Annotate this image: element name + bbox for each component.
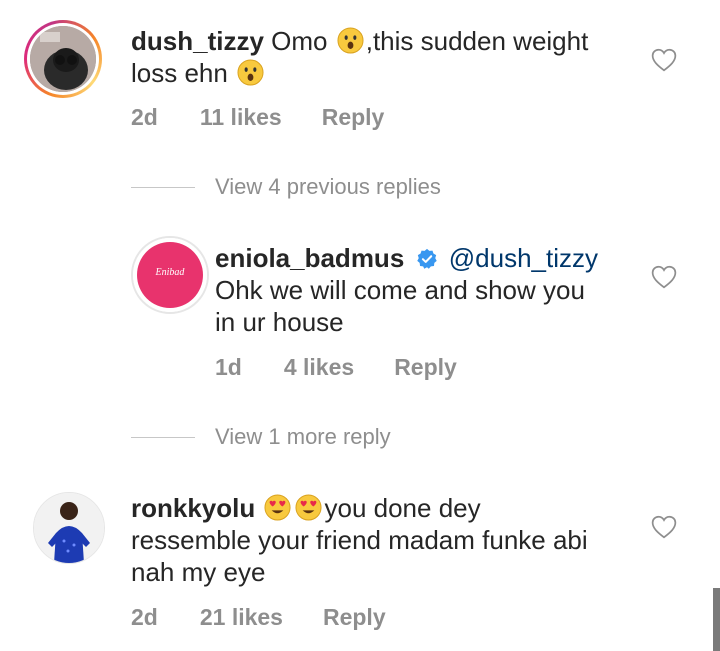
comment-age: 2d xyxy=(131,104,158,130)
comment-text: nah my eye xyxy=(131,557,266,587)
likes-count[interactable]: 21 likes xyxy=(200,604,283,631)
heart-eyes-emoji-icon xyxy=(295,494,323,521)
comment-meta-3: 2d 21 likes Reply xyxy=(131,604,386,631)
reply-button[interactable]: Reply xyxy=(394,354,457,381)
heart-eyes-emoji-icon xyxy=(264,494,292,521)
like-heart-icon[interactable] xyxy=(651,48,677,72)
comment-meta-2: 1d 4 likes Reply xyxy=(215,354,457,381)
mention-link[interactable]: @dush_tizzy xyxy=(449,243,598,273)
divider-line xyxy=(131,186,195,188)
comment-meta-1: 2d 11 likes Reply xyxy=(131,104,384,131)
avatar-image xyxy=(30,26,96,92)
scrollbar-thumb[interactable] xyxy=(713,588,720,651)
comment-text: loss ehn xyxy=(131,58,228,88)
like-heart-icon[interactable] xyxy=(651,515,677,539)
verified-badge-icon xyxy=(416,248,437,269)
username-eniola-badmus[interactable]: eniola_badmus xyxy=(215,243,404,273)
hushed-face-emoji-icon xyxy=(237,59,264,86)
username-ronkkyolu[interactable]: ronkkyolu xyxy=(131,493,255,523)
like-heart-icon[interactable] xyxy=(651,265,677,289)
comment-age: 2d xyxy=(131,604,158,630)
comment-text: ressemble your friend madam funke abi xyxy=(131,525,588,555)
reply-button[interactable]: Reply xyxy=(322,104,385,131)
reply-button[interactable]: Reply xyxy=(323,604,386,631)
avatar-eniola-badmus[interactable]: Enibad xyxy=(131,236,209,314)
avatar-logo-text: Enibad xyxy=(155,267,185,278)
view-more-replies[interactable]: View 1 more reply xyxy=(131,424,391,450)
comment-text: ,this sudden weight xyxy=(365,26,589,56)
comment-text: you done dey xyxy=(324,493,481,523)
comment-age: 1d xyxy=(215,354,242,380)
avatar-image: Enibad xyxy=(137,242,203,308)
username-dush-tizzy[interactable]: dush_tizzy xyxy=(131,26,264,56)
avatar-image xyxy=(34,493,104,563)
comment-text-3: ronkkyolu you done dey ressemble your fr… xyxy=(131,492,641,588)
likes-count[interactable]: 4 likes xyxy=(284,354,354,381)
view-previous-replies[interactable]: View 4 previous replies xyxy=(131,174,441,200)
hushed-face-emoji-icon xyxy=(337,27,364,54)
comment-text: Ohk we will come and show you xyxy=(215,275,585,305)
likes-count[interactable]: 11 likes xyxy=(200,104,282,131)
view-more-replies-label[interactable]: View 1 more reply xyxy=(215,424,391,450)
comment-text-1: dush_tizzy Omo ,this sudden weight loss … xyxy=(131,25,631,89)
avatar-ronkkyolu[interactable] xyxy=(33,492,105,564)
avatar-dush-tizzy[interactable] xyxy=(24,20,102,98)
divider-line xyxy=(131,436,195,438)
comment-text: in ur house xyxy=(215,307,344,337)
comment-text: Omo xyxy=(271,26,328,56)
comment-text-2: eniola_badmus @dush_tizzy Ohk we will co… xyxy=(215,242,635,338)
view-previous-replies-label[interactable]: View 4 previous replies xyxy=(215,174,441,200)
